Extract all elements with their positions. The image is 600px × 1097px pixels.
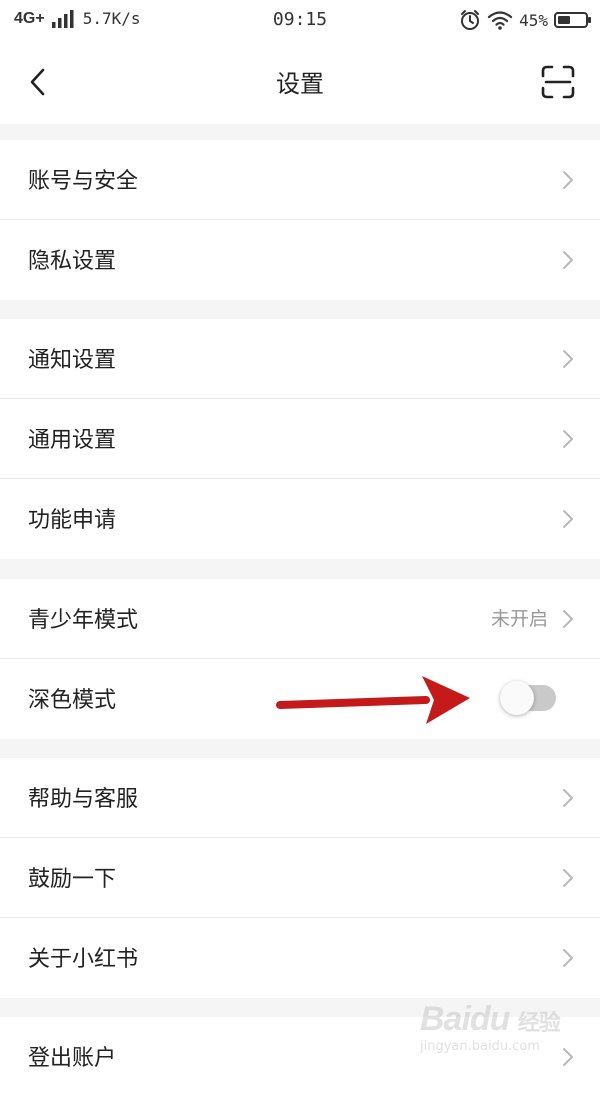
row-account-security[interactable]: 账号与安全 — [0, 140, 600, 220]
row-feature-request[interactable]: 功能申请 — [0, 479, 600, 559]
row-label: 功能申请 — [28, 508, 117, 533]
row-teen-mode[interactable]: 青少年模式 未开启 — [0, 579, 600, 659]
row-encourage[interactable]: 鼓励一下 — [0, 838, 600, 918]
wifi-icon — [487, 11, 513, 30]
row-label: 关于小红书 — [28, 947, 139, 972]
dark-mode-toggle[interactable] — [500, 681, 556, 715]
red-arrow-icon — [276, 676, 470, 724]
teen-mode-status: 未开启 — [490, 608, 548, 630]
chevron-right-icon — [563, 171, 573, 189]
row-privacy-settings[interactable]: 隐私设置 — [0, 220, 600, 300]
battery-percent: 45% — [519, 10, 548, 30]
chevron-right-icon — [563, 430, 573, 448]
chevron-right-icon — [563, 949, 573, 967]
row-general-settings[interactable]: 通用设置 — [0, 399, 600, 479]
row-label: 鼓励一下 — [28, 867, 117, 892]
row-label: 账号与安全 — [28, 169, 139, 194]
chevron-right-icon — [563, 251, 573, 269]
chevron-right-icon — [563, 510, 573, 528]
status-bar: 4G+ 5.7K/s 09:15 45% — [0, 0, 600, 40]
row-label: 帮助与客服 — [28, 787, 139, 812]
scan-icon[interactable] — [540, 64, 576, 100]
battery-fill — [558, 16, 570, 24]
toggle-knob — [500, 681, 534, 715]
watermark-url: jingyan.baidu.com — [420, 1039, 540, 1054]
baidu-watermark: Baidu 经验 jingyan.baidu.com — [420, 1000, 570, 1058]
settings-group-general: 通知设置 通用设置 功能申请 — [0, 319, 600, 559]
status-right: 45% — [459, 9, 591, 31]
chevron-right-icon — [563, 789, 573, 807]
page-title: 设置 — [276, 70, 324, 98]
settings-group-account: 账号与安全 隐私设置 — [0, 140, 600, 300]
row-notification-settings[interactable]: 通知设置 — [0, 319, 600, 399]
row-label: 通知设置 — [28, 348, 117, 373]
battery-icon — [554, 12, 591, 28]
row-about[interactable]: 关于小红书 — [0, 918, 600, 998]
row-label: 通用设置 — [28, 428, 117, 453]
row-help-service[interactable]: 帮助与客服 — [0, 758, 600, 838]
row-label: 登出账户 — [28, 1046, 117, 1071]
watermark-logo: Baidu 经验 — [420, 1000, 561, 1038]
row-label: 青少年模式 — [28, 608, 139, 633]
chevron-right-icon — [563, 869, 573, 887]
chevron-right-icon — [563, 610, 573, 628]
row-label: 隐私设置 — [28, 249, 117, 274]
settings-group-help: 帮助与客服 鼓励一下 关于小红书 — [0, 758, 600, 998]
chevron-right-icon — [563, 350, 573, 368]
row-label: 深色模式 — [28, 688, 117, 713]
nav-bar: 设置 — [0, 40, 600, 124]
alarm-icon — [461, 10, 480, 30]
